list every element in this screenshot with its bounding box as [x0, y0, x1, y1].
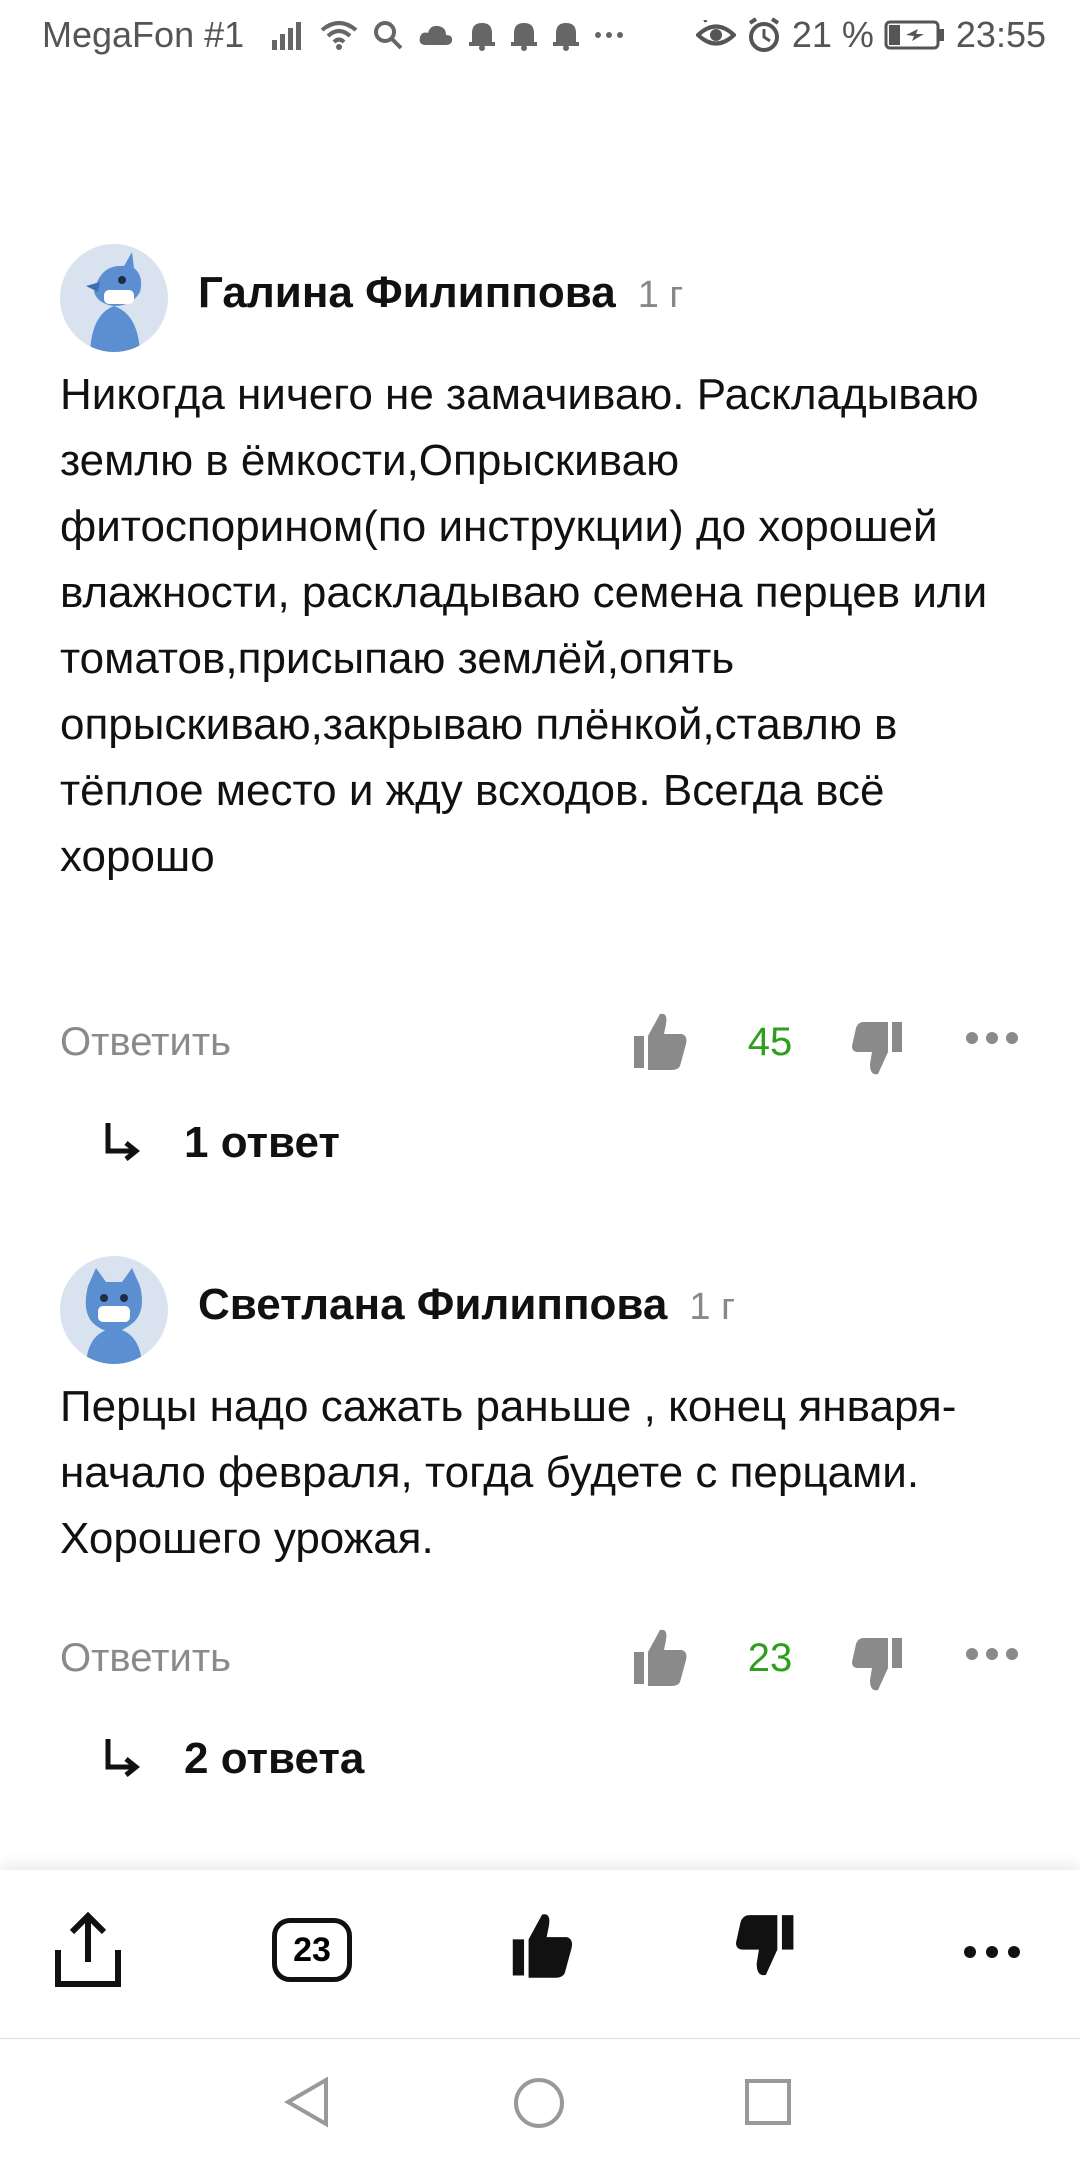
- thumb-down-icon[interactable]: [736, 1910, 798, 1980]
- comment-text: Перцы надо сажать раньше , конец января-…: [60, 1382, 957, 1563]
- cloud-icon: [419, 25, 453, 45]
- recents-icon[interactable]: [744, 2078, 792, 2126]
- more-icon[interactable]: [962, 1942, 1022, 1962]
- comment-time: 1 г: [637, 274, 684, 316]
- system-nav-bar: [0, 2040, 1080, 2160]
- comment-time: 1 г: [689, 1286, 735, 1328]
- comment-text: Никогда ничего не замачиваю. Раскладываю…: [60, 370, 988, 881]
- like-count: 45: [747, 1020, 793, 1064]
- more-icon: [595, 32, 624, 38]
- status-bar: MegaFon #1 21 % 23:55: [0, 0, 1080, 76]
- battery-icon: [884, 20, 944, 50]
- comment-actions: Ответить 45: [0, 1010, 1080, 1080]
- comment-author[interactable]: Галина Филиппова 1 г: [198, 268, 683, 318]
- answers-link[interactable]: 2 ответа: [100, 1724, 364, 1794]
- clock: 23:55: [955, 14, 1046, 55]
- reply-arrow-icon: [105, 1739, 141, 1777]
- thumb-down-icon[interactable]: [852, 1634, 906, 1694]
- battery-percent: 21 %: [791, 14, 874, 55]
- wifi-icon: [320, 21, 358, 50]
- search-icon: [374, 21, 403, 50]
- more-icon[interactable]: [964, 1028, 1020, 1048]
- bottom-toolbar: 23: [0, 1870, 1080, 2039]
- comments-count-button[interactable]: 23: [272, 1918, 352, 1982]
- thumb-up-icon[interactable]: [630, 1010, 688, 1072]
- comment-actions: Ответить 23: [0, 1626, 1080, 1696]
- cat-avatar-icon: [85, 1268, 142, 1364]
- share-icon[interactable]: [52, 1910, 124, 1990]
- home-icon[interactable]: [512, 2076, 566, 2130]
- reply-button[interactable]: Ответить: [60, 1636, 231, 1681]
- avatar[interactable]: [60, 244, 168, 352]
- bird-avatar-icon: [86, 252, 142, 352]
- bell-icon: [511, 23, 538, 51]
- alarm-icon: [748, 17, 779, 52]
- thumb-down-icon[interactable]: [852, 1018, 906, 1078]
- like-count: 23: [747, 1636, 793, 1680]
- reply-arrow-icon: [105, 1123, 141, 1161]
- comment-author[interactable]: Светлана Филиппова 1 г: [198, 1280, 735, 1330]
- bell-icon: [553, 23, 580, 51]
- carrier-name: MegaFon #1: [42, 14, 245, 55]
- back-icon[interactable]: [284, 2076, 330, 2128]
- answers-link[interactable]: 1 ответ: [100, 1108, 340, 1178]
- bell-icon: [469, 23, 496, 51]
- reply-button[interactable]: Ответить: [60, 1020, 231, 1065]
- eye-icon: [695, 20, 736, 46]
- avatar[interactable]: [60, 1256, 168, 1364]
- more-icon[interactable]: [964, 1644, 1020, 1664]
- signal-icon: [272, 22, 302, 50]
- thumb-up-icon[interactable]: [630, 1626, 688, 1688]
- thumb-up-icon[interactable]: [508, 1910, 574, 1980]
